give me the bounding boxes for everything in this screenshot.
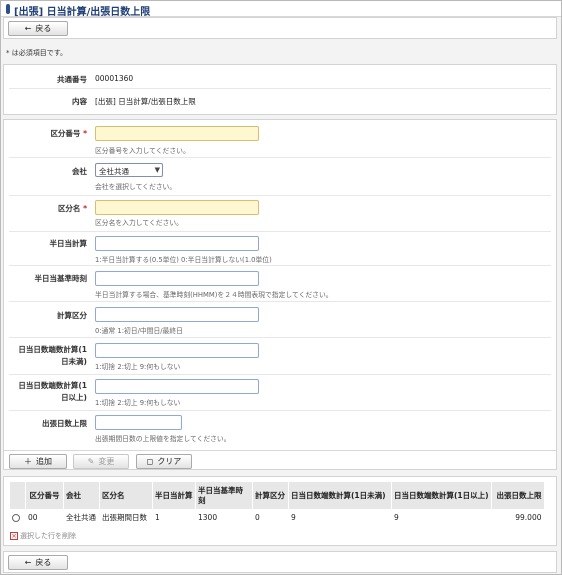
form-separator <box>9 231 551 232</box>
table-cell: 00 <box>25 509 64 526</box>
kubun-name-input[interactable] <box>95 200 259 215</box>
result-table: 区分番号 会社 区分名 半日当計算 半日当基準時刻 計算区分 日当日数端数計算(… <box>9 482 544 526</box>
kubun-no-input[interactable] <box>95 126 259 141</box>
table-header-cell[interactable]: 半日当基準時刻 <box>195 482 253 509</box>
change-button-label: 変更 <box>98 457 115 466</box>
table-cell: 1 <box>152 509 196 526</box>
back-button-bottom[interactable]: ← 戻る <box>8 555 68 570</box>
company-hint: 会社を選択してください。 <box>95 183 177 191</box>
add-button[interactable]: ＋ 追加 <box>9 454 67 469</box>
delete-selected-link[interactable]: × 選択した行を削除 <box>10 531 76 541</box>
change-button[interactable]: ✎ 変更 <box>73 454 129 469</box>
company-selected-value: 全社共通 <box>99 167 129 176</box>
table-header-cell[interactable]: 半日当計算 <box>152 482 196 509</box>
table-cell: 出張期間日数 <box>99 509 153 526</box>
form-separator <box>9 301 551 302</box>
round-under-label: 日当日数端数計算(1 日未満) <box>18 344 87 368</box>
table-cell: 9 <box>288 509 392 526</box>
calc-kubun-label: 計算区分 <box>57 311 87 320</box>
clear-button-label: クリア <box>157 457 182 466</box>
calc-kubun-input[interactable] <box>95 307 259 322</box>
table-cell: 全社共通 <box>63 509 100 526</box>
back-button-label: 戻る <box>35 24 52 33</box>
required-mark: * <box>83 129 87 138</box>
page-title: [出張] 日当計算/出張日数上限 <box>14 7 151 18</box>
table-cell: 99.000 <box>491 509 544 526</box>
clear-button[interactable]: ◻ クリア <box>136 454 192 469</box>
round-over-label-line2: 日以上) <box>61 393 87 402</box>
round-over-hint: 1:切捨 2:切上 9:何もしない <box>95 399 181 407</box>
table-row[interactable]: 00 全社共通 出張期間日数 1 1300 0 9 9 99.000 <box>9 509 544 526</box>
delete-icon: × <box>10 532 18 540</box>
info-separator <box>9 88 551 89</box>
table-header-row: 区分番号 会社 区分名 半日当計算 半日当基準時刻 計算区分 日当日数端数計算(… <box>9 482 544 509</box>
round-under-label-line1: 日当日数端数計算(1 <box>18 345 87 354</box>
clear-icon: ◻ <box>146 456 154 466</box>
content-value: [出張] 日当計算/出張日数上限 <box>95 97 196 106</box>
back-arrow-icon: ← <box>24 557 32 567</box>
table-header-cell[interactable]: 会社 <box>63 482 100 509</box>
table-header-cell <box>9 482 26 509</box>
kubun-no-label: 区分番号 * <box>50 129 87 138</box>
add-button-label: 追加 <box>36 457 52 466</box>
company-label: 会社 <box>72 167 87 176</box>
round-under-hint: 1:切捨 2:切上 9:何もしない <box>95 363 181 371</box>
form-separator <box>9 157 551 158</box>
table-header-cell[interactable]: 出張日数上限 <box>491 482 544 509</box>
table-header-cell[interactable]: 区分番号 <box>25 482 64 509</box>
calc-kubun-hint: 0:通常 1:初日/中間日/最終日 <box>95 327 183 335</box>
trip-limit-label: 出張日数上限 <box>42 419 87 428</box>
back-arrow-icon: ← <box>24 23 32 33</box>
info-panel <box>3 64 557 115</box>
row-select-cell <box>9 509 26 526</box>
kubun-name-label: 区分名 * <box>57 204 87 213</box>
table-header-cell[interactable]: 日当日数端数計算(1日以上) <box>391 482 492 509</box>
form-separator <box>9 374 551 375</box>
back-button-label: 戻る <box>35 558 52 567</box>
trip-limit-hint: 出張期間日数の上限値を指定してください。 <box>95 435 231 443</box>
trip-limit-input[interactable] <box>95 415 182 430</box>
back-button-top[interactable]: ← 戻る <box>8 21 68 36</box>
half-base-time-input[interactable] <box>95 271 259 286</box>
bottom-toolbar <box>3 551 557 573</box>
form-separator <box>9 195 551 196</box>
plus-icon: ＋ <box>24 456 32 466</box>
table-cell: 9 <box>391 509 492 526</box>
round-over-input[interactable] <box>95 379 259 394</box>
round-over-label-line1: 日当日数端数計算(1 <box>18 381 87 390</box>
round-over-label: 日当日数端数計算(1 日以上) <box>18 380 87 404</box>
round-under-label-line2: 日未満) <box>61 357 87 366</box>
half-base-time-hint: 半日当計算する場合、基準時刻(HHMM)を２４時間表現で指定してください。 <box>95 291 333 299</box>
company-select[interactable]: 全社共通 ▼ <box>95 163 163 177</box>
delete-selected-label: 選択した行を削除 <box>20 532 76 540</box>
table-cell: 0 <box>252 509 289 526</box>
half-calc-label: 半日当計算 <box>49 239 88 248</box>
required-mark: * <box>83 204 87 213</box>
form-separator <box>9 410 551 411</box>
half-calc-hint: 1:半日当計算する(0.5単位) 0:半日当計算しない(1.0単位) <box>95 256 272 264</box>
half-calc-input[interactable] <box>95 236 259 251</box>
common-no-value: 00001360 <box>95 74 134 83</box>
table-header-cell[interactable]: 日当日数端数計算(1日未満) <box>288 482 392 509</box>
table-header-cell[interactable]: 計算区分 <box>252 482 289 509</box>
table-cell: 1300 <box>195 509 253 526</box>
kubun-no-hint: 区分番号を入力してください。 <box>95 147 190 155</box>
content-label: 内容 <box>72 97 87 106</box>
form-separator <box>9 337 551 338</box>
required-note: * は必須項目です。 <box>6 49 68 57</box>
kubun-name-hint: 区分名を入力してください。 <box>95 219 183 227</box>
round-under-input[interactable] <box>95 343 259 358</box>
form-separator <box>9 265 551 266</box>
title-bar: [出張] 日当計算/出張日数上限 <box>1 1 561 18</box>
toolbar-separator <box>4 450 556 451</box>
title-marker <box>6 4 10 14</box>
top-toolbar <box>3 17 557 39</box>
half-base-time-label: 半日当基準時刻 <box>34 274 88 283</box>
common-no-label: 共通番号 <box>57 75 87 84</box>
chevron-down-icon: ▼ <box>154 166 160 174</box>
table-header-cell[interactable]: 区分名 <box>99 482 153 509</box>
edit-icon: ✎ <box>87 456 95 466</box>
row-radio[interactable] <box>12 514 20 522</box>
